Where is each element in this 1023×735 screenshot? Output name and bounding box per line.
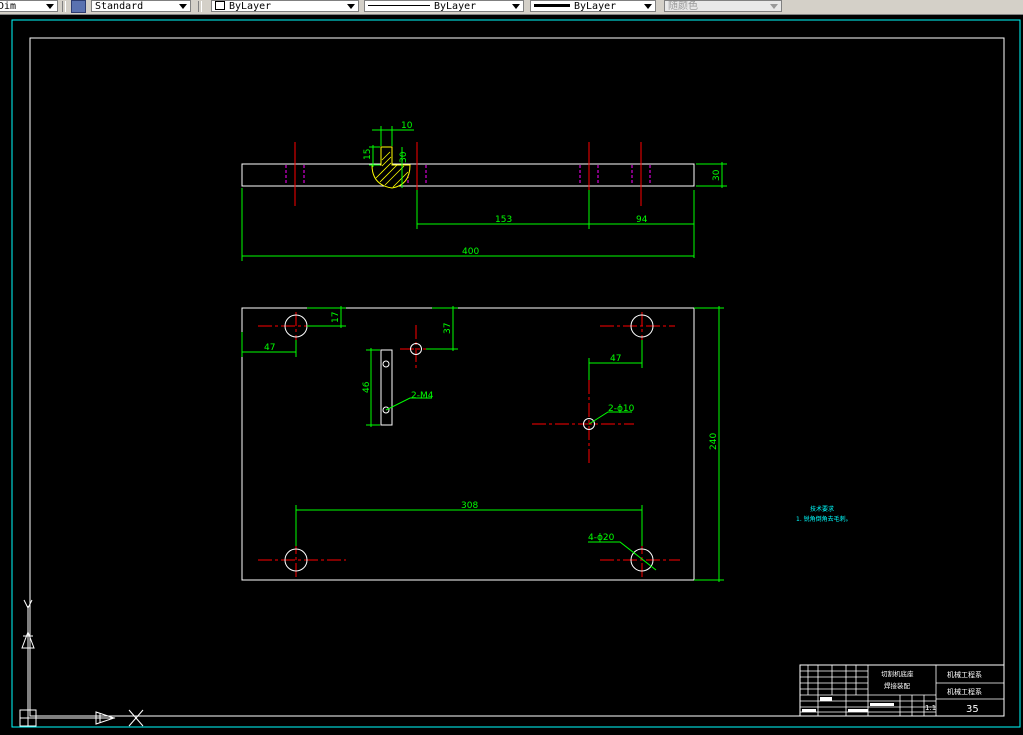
plot-style-dropdown[interactable]: 随颜色 <box>664 0 782 12</box>
dim-10-label: 10 <box>401 121 413 131</box>
text-style-icon[interactable] <box>71 0 86 13</box>
linetype-dropdown[interactable]: ByLayer <box>364 0 524 12</box>
chevron-down-icon <box>347 4 355 9</box>
plan-view-center-lines <box>258 312 680 578</box>
title-block-fill-cells <box>802 697 894 712</box>
callout-phi20-label: 4-ϕ20 <box>588 533 615 543</box>
plan-view-dimension-lines <box>241 306 724 582</box>
toolbar-separator <box>62 1 66 12</box>
tapped-hole[interactable] <box>382 360 390 368</box>
chevron-down-icon <box>179 4 187 9</box>
dim-46-label: 46 <box>362 381 372 393</box>
notes-line-1: 1. 锐角倒角去毛刺。 <box>796 515 852 523</box>
drawing-border <box>29 37 1005 717</box>
title-block-sheet: 35 <box>966 704 979 715</box>
layer-value: ByLayer <box>229 1 272 12</box>
linetype-value: ByLayer <box>434 1 477 12</box>
properties-toolbar: Dim Standard ByLayer ByLayer ByLayer 随颜色 <box>0 0 1023 15</box>
title-block-name: 切割机底座 <box>881 669 914 678</box>
plan-view: 17 47 37 46 2-M4 47 2-ϕ10 240 308 4-ϕ20 <box>241 306 724 582</box>
linetype-sample-icon <box>368 5 430 6</box>
plot-style-value: 随颜色 <box>668 1 698 12</box>
dim-30-slot-label: 30 <box>399 151 409 163</box>
dim-style-value: Dim <box>0 1 17 12</box>
tapped-holes <box>382 360 390 414</box>
text-style-value: Standard <box>95 1 144 12</box>
dim-400-label: 400 <box>462 247 479 257</box>
top-view-hidden-lines <box>285 165 651 185</box>
drawing-canvas[interactable]: 10 15 30 30 153 94 400 17 47 37 46 2-M4 … <box>0 15 1023 731</box>
dim-47-left-label: 47 <box>264 343 275 353</box>
dim-240-label: 240 <box>709 433 719 450</box>
title-block-dept: 机械工程系 <box>947 687 982 696</box>
dim-style-dropdown[interactable]: Dim <box>0 0 58 12</box>
dim-15-label: 15 <box>363 149 373 160</box>
toolbar-separator <box>198 1 202 12</box>
top-view-outline[interactable] <box>241 163 695 187</box>
color-swatch-icon <box>215 1 225 10</box>
lineweight-sample-icon <box>534 4 570 7</box>
chevron-down-icon <box>46 4 54 9</box>
notes-title: 技术要求 <box>810 505 834 513</box>
dim-47-right-label: 47 <box>610 354 621 364</box>
ucs-icon <box>19 599 144 727</box>
callout-m4-label: 2-M4 <box>411 391 434 401</box>
top-view: 10 15 30 30 153 94 400 <box>241 121 727 261</box>
title-block-school: 机械工程系 <box>947 670 982 679</box>
dim-17-label: 17 <box>331 312 341 323</box>
title-block-scale: 1:1 <box>925 704 936 712</box>
chevron-down-icon <box>644 4 652 9</box>
lineweight-dropdown[interactable]: ByLayer <box>530 0 656 12</box>
dim-94-label: 94 <box>636 215 648 225</box>
dim-30-thickness-label: 30 <box>712 169 722 181</box>
chevron-down-icon <box>512 4 520 9</box>
layer-color-dropdown[interactable]: ByLayer <box>211 0 359 12</box>
title-block: 切割机底座 焊接装配 机械工程系 机械工程系 1:1 35 <box>799 664 1005 717</box>
plan-view-outline[interactable] <box>241 307 695 581</box>
callout-phi10-label: 2-ϕ10 <box>608 404 635 414</box>
viewport-border <box>11 19 1021 728</box>
title-block-subtitle: 焊接装配 <box>884 681 911 690</box>
text-style-dropdown[interactable]: Standard <box>91 0 191 12</box>
dim-153-label: 153 <box>495 215 512 225</box>
top-view-dimension-lines <box>241 126 727 261</box>
technical-notes: 技术要求 1. 锐角倒角去毛刺。 <box>796 505 852 523</box>
chevron-down-icon <box>770 4 778 9</box>
lineweight-value: ByLayer <box>574 1 617 12</box>
cad-drawing: 10 15 30 30 153 94 400 17 47 37 46 2-M4 … <box>11 19 1021 728</box>
dim-37-label: 37 <box>443 323 453 334</box>
dim-308-label: 308 <box>461 501 478 511</box>
